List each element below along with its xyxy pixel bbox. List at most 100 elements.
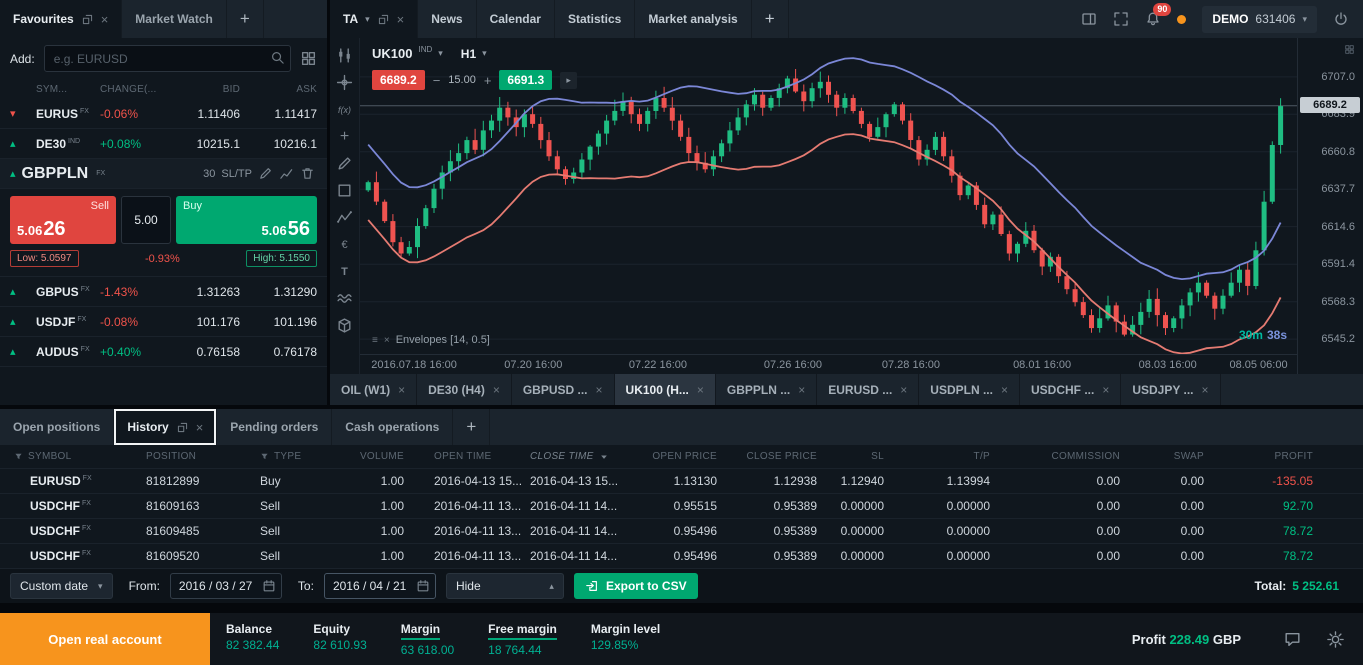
close-icon[interactable]: × xyxy=(101,12,109,27)
buy-button[interactable]: Buy 5.0656 xyxy=(176,196,317,244)
col-ask[interactable]: ASK xyxy=(240,84,317,95)
sltp-button[interactable]: SL/TP xyxy=(221,168,252,180)
history-row[interactable]: USDCHFFX81609485Sell1.002016-04-11 13...… xyxy=(0,519,1363,544)
chat-icon[interactable] xyxy=(1283,630,1302,649)
open-chart-icon[interactable] xyxy=(279,166,294,181)
calendar-icon[interactable] xyxy=(416,579,430,593)
close-icon[interactable]: × xyxy=(1001,383,1008,397)
symbol-search-input[interactable] xyxy=(44,45,291,72)
volume-increase-button[interactable]: + xyxy=(484,73,492,88)
close-icon[interactable]: × xyxy=(900,383,907,397)
instrument-tab-usdchf[interactable]: USDCHF ...× xyxy=(1020,374,1121,405)
close-icon[interactable]: × xyxy=(398,383,405,397)
add-indicator-icon[interactable]: + xyxy=(336,128,353,145)
history-row[interactable]: USDCHFFX81609163Sell1.002016-04-11 13...… xyxy=(0,494,1363,519)
watchlist-row[interactable]: ▴GBPUSFX-1.43%1.312631.31290 xyxy=(0,277,327,307)
indicator-remove-icon[interactable]: × xyxy=(384,335,390,346)
zigzag-icon[interactable] xyxy=(336,209,353,226)
history-row[interactable]: EURUSDFX81812899Buy1.002016-04-13 15...2… xyxy=(0,469,1363,494)
scale-settings-icon[interactable] xyxy=(1344,44,1355,55)
ask-price[interactable]: 1.31290 xyxy=(240,285,317,299)
chart-type-icon[interactable] xyxy=(336,47,353,64)
text-tool-icon[interactable]: T xyxy=(336,263,353,280)
column-header-type[interactable]: TYPE xyxy=(260,451,345,462)
draw-icon[interactable] xyxy=(336,155,353,172)
to-date-input[interactable] xyxy=(333,579,412,593)
ask-price[interactable]: 0.76178 xyxy=(240,345,317,359)
summary-label[interactable]: Margin xyxy=(401,623,440,640)
chart-buy-button[interactable]: 6691.3 xyxy=(499,70,552,90)
instrument-tab-eurusd[interactable]: EURUSD ...× xyxy=(817,374,919,405)
objects-3d-icon[interactable] xyxy=(336,317,353,334)
tab-calendar[interactable]: Calendar xyxy=(477,0,555,38)
col-symbol[interactable]: SYM... xyxy=(36,84,100,95)
column-header-close-time[interactable]: CLOSE TIME xyxy=(530,451,645,462)
price-chart[interactable]: UK100 IND ▾ H1 ▾ 6689.2 − 15.00 + 6691.3 xyxy=(360,38,1297,374)
tab-news[interactable]: News xyxy=(418,0,476,38)
close-icon[interactable]: × xyxy=(798,383,805,397)
popout-icon[interactable] xyxy=(81,13,94,26)
tab-history[interactable]: History× xyxy=(114,409,217,445)
fullscreen-icon[interactable] xyxy=(1113,11,1129,27)
add-positions-tab-button[interactable]: + xyxy=(453,409,490,445)
add-chart-tab-button[interactable]: + xyxy=(752,0,789,38)
timeframe-select[interactable]: H1 xyxy=(461,47,476,61)
close-icon[interactable]: × xyxy=(596,383,603,397)
calendar-icon[interactable] xyxy=(262,579,276,593)
summary-label[interactable]: Free margin xyxy=(488,623,557,640)
instrument-tab-de30-h4[interactable]: DE30 (H4)× xyxy=(417,374,512,405)
chevron-down-icon[interactable]: ▾ xyxy=(482,48,487,59)
from-date-input[interactable] xyxy=(179,579,258,593)
layout-icon[interactable] xyxy=(1081,11,1097,27)
account-switcher[interactable]: DEMO 631406 ▾ xyxy=(1202,6,1317,33)
gear-icon[interactable] xyxy=(1326,630,1345,649)
col-bid[interactable]: BID xyxy=(164,84,240,95)
instrument-tab-uk100-h[interactable]: UK100 (H...× xyxy=(615,374,716,405)
grid-view-icon[interactable] xyxy=(300,50,317,67)
history-row[interactable]: USDCHFFX81609520Sell1.002016-04-11 13...… xyxy=(0,544,1363,569)
indicator-settings-icon[interactable]: ≡ xyxy=(372,335,378,346)
chevron-down-icon[interactable]: ▾ xyxy=(438,48,443,59)
instrument-tab-oil-w1[interactable]: OIL (W1)× xyxy=(330,374,417,405)
chart-symbol-select[interactable]: UK100 xyxy=(372,46,412,61)
popout-icon[interactable] xyxy=(176,421,189,434)
sell-button[interactable]: Sell 5.0626 xyxy=(10,196,116,244)
col-change[interactable]: CHANGE(... xyxy=(100,84,164,95)
watchlist-row[interactable]: ▴DE30IND+0.08%10215.110216.1 xyxy=(0,129,327,159)
bid-price[interactable]: 10215.1 xyxy=(164,137,240,151)
tab-market-watch[interactable]: Market Watch xyxy=(122,0,227,38)
search-icon[interactable] xyxy=(270,50,285,65)
logout-icon[interactable] xyxy=(1333,11,1349,27)
tab-cash-operations[interactable]: Cash operations xyxy=(332,409,453,445)
instrument-tab-gbppln[interactable]: GBPPLN ...× xyxy=(716,374,817,405)
tab-pending-orders[interactable]: Pending orders xyxy=(217,409,332,445)
hide-select[interactable]: Hide ▴ xyxy=(446,573,564,599)
instrument-tab-usdpln[interactable]: USDPLN ...× xyxy=(919,374,1020,405)
add-watchlist-tab-button[interactable]: + xyxy=(227,0,264,38)
bid-price[interactable]: 1.31263 xyxy=(164,285,240,299)
ask-price[interactable]: 10216.1 xyxy=(240,137,317,151)
close-icon[interactable]: × xyxy=(1201,383,1208,397)
close-icon[interactable]: × xyxy=(196,420,204,435)
shapes-icon[interactable] xyxy=(336,182,353,199)
export-csv-button[interactable]: Export to CSV xyxy=(574,573,698,599)
bid-price[interactable]: 0.76158 xyxy=(164,345,240,359)
crosshair-icon[interactable] xyxy=(336,74,353,91)
watchlist-row[interactable]: ▴AUDUSFX+0.40%0.761580.76178 xyxy=(0,337,327,367)
price-axis[interactable]: 6689.2 6707.06683.96660.86637.76614.6659… xyxy=(1297,38,1363,374)
close-icon[interactable]: × xyxy=(697,383,704,397)
ask-price[interactable]: 101.196 xyxy=(240,315,317,329)
expanded-instrument-header[interactable]: ▴ GBPPLN FX 30 SL/TP xyxy=(0,159,327,189)
time-axis[interactable]: 2016.07.18 16:0007.20 16:0007.22 16:0007… xyxy=(360,354,1297,374)
order-expand-icon[interactable]: ▸ xyxy=(560,72,577,89)
instrument-tab-usdjpy[interactable]: USDJPY ...× xyxy=(1121,374,1220,405)
tab-statistics[interactable]: Statistics xyxy=(555,0,635,38)
volume-decrease-button[interactable]: − xyxy=(433,73,441,88)
column-header-symbol[interactable]: SYMBOL xyxy=(0,451,146,462)
close-icon[interactable]: × xyxy=(493,383,500,397)
filter-icon[interactable] xyxy=(14,452,23,461)
function-icon[interactable]: f(x) xyxy=(336,101,353,118)
bid-price[interactable]: 1.11406 xyxy=(164,107,240,121)
edit-order-icon[interactable] xyxy=(258,166,273,181)
waves-icon[interactable] xyxy=(336,290,353,307)
